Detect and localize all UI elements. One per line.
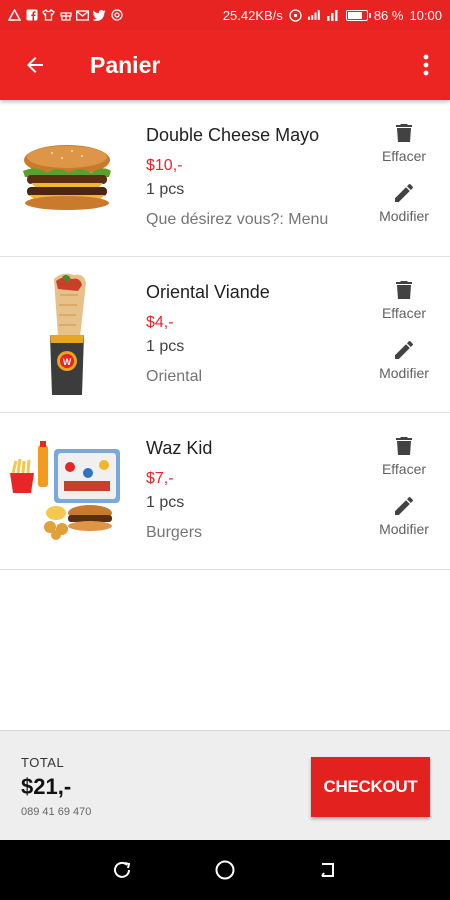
pencil-icon bbox=[395, 497, 413, 515]
delete-button[interactable]: Effacer bbox=[374, 280, 434, 321]
total-label: TOTAL bbox=[21, 755, 65, 770]
delete-label: Effacer bbox=[381, 461, 427, 477]
item-note: Que désirez vous?: Menu bbox=[146, 211, 329, 228]
item-price: $10,- bbox=[146, 157, 183, 174]
hotspot-icon bbox=[289, 8, 302, 22]
total-value: $21,- bbox=[21, 774, 72, 799]
checkout-button[interactable]: CHECKOUT bbox=[311, 757, 430, 817]
recent-apps-button[interactable] bbox=[102, 850, 142, 890]
twitter-icon bbox=[93, 9, 106, 22]
overflow-menu-button[interactable] bbox=[402, 30, 450, 100]
item-quantity: 1 pcs bbox=[146, 181, 185, 198]
item-name: Oriental Viande bbox=[146, 281, 270, 302]
item-quantity: 1 pcs bbox=[146, 494, 185, 511]
item-name: Waz Kid bbox=[146, 438, 213, 458]
trash-icon bbox=[396, 437, 412, 455]
edit-button[interactable]: Modifier bbox=[374, 340, 434, 381]
cart-item: Double Cheese Mayo $10,- 1 pcs Que désir… bbox=[0, 100, 450, 257]
burger-image bbox=[8, 114, 126, 242]
wrap-image: W bbox=[8, 271, 126, 399]
item-info: Double Cheese Mayo $10,- 1 pcs Que désir… bbox=[146, 125, 346, 233]
navigation-bar bbox=[0, 840, 450, 900]
pencil-icon bbox=[395, 340, 413, 359]
item-info: Oriental Viande $4,- 1 pcs Oriental bbox=[146, 282, 346, 390]
recent-apps-icon bbox=[113, 861, 130, 878]
network-speed: 25.42KB/s bbox=[222, 7, 283, 23]
delete-button[interactable]: Effacer bbox=[374, 124, 434, 164]
edit-button[interactable]: Modifier bbox=[374, 497, 434, 537]
home-icon bbox=[215, 860, 235, 880]
cart-list: Double Cheese Mayo $10,- 1 pcs Que désir… bbox=[0, 100, 450, 570]
svg-text:W: W bbox=[63, 357, 72, 367]
cart-footer: TOTAL $21,- 089 41 69 470 CHECKOUT bbox=[0, 730, 450, 840]
edit-button[interactable]: Modifier bbox=[374, 184, 434, 224]
cart-item: Waz Kid $7,- 1 pcs Burgers Effacer Modif… bbox=[0, 413, 450, 570]
trash-icon bbox=[396, 124, 412, 142]
edit-label: Modifier bbox=[379, 364, 429, 381]
item-price: $7,- bbox=[146, 470, 174, 487]
item-info: Waz Kid $7,- 1 pcs Burgers bbox=[146, 438, 346, 546]
edit-label: Modifier bbox=[379, 208, 429, 224]
pencil-icon bbox=[395, 184, 413, 202]
cart-item: W Oriental Viande $4,- 1 pcs Oriental Ef… bbox=[0, 257, 450, 413]
warning-icon bbox=[8, 9, 21, 22]
back-button[interactable] bbox=[0, 30, 70, 100]
item-note: Burgers bbox=[146, 524, 203, 541]
screen: 25.42KB/s 86 % 10:00 Panier Double Chees… bbox=[0, 0, 450, 900]
item-price: $4,- bbox=[146, 313, 174, 331]
clock: 10:00 bbox=[409, 7, 442, 23]
battery-percent: 86 % bbox=[373, 7, 404, 23]
trash-icon bbox=[396, 280, 412, 299]
at-icon bbox=[110, 9, 123, 22]
gift-icon bbox=[59, 9, 72, 22]
page-title: Panier bbox=[90, 51, 161, 78]
delete-label: Effacer bbox=[381, 148, 427, 164]
delete-label: Effacer bbox=[381, 304, 427, 321]
status-bar: 25.42KB/s 86 % 10:00 bbox=[0, 0, 450, 30]
signal-icon bbox=[307, 9, 321, 22]
home-button[interactable] bbox=[205, 850, 245, 890]
notification-icons bbox=[8, 9, 123, 22]
sim-signal-icon bbox=[327, 9, 340, 22]
app-bar: Panier bbox=[0, 30, 450, 100]
delete-button[interactable]: Effacer bbox=[374, 437, 434, 477]
back-nav-button[interactable] bbox=[308, 850, 348, 890]
more-vert-icon bbox=[423, 54, 429, 76]
arrow-back-icon bbox=[27, 57, 43, 73]
kids-meal-image bbox=[8, 427, 126, 555]
back-nav-icon bbox=[321, 863, 335, 877]
item-note: Oriental bbox=[146, 367, 203, 385]
shirt-icon bbox=[42, 9, 55, 22]
edit-label: Modifier bbox=[379, 521, 429, 537]
system-status: 25.42KB/s 86 % 10:00 bbox=[223, 8, 442, 23]
item-quantity: 1 pcs bbox=[146, 337, 185, 355]
phone-number: 089 41 69 470 bbox=[21, 806, 92, 818]
battery-icon bbox=[345, 9, 371, 21]
facebook-icon bbox=[25, 9, 38, 22]
mail-icon bbox=[76, 9, 89, 22]
item-name: Double Cheese Mayo bbox=[146, 125, 320, 145]
